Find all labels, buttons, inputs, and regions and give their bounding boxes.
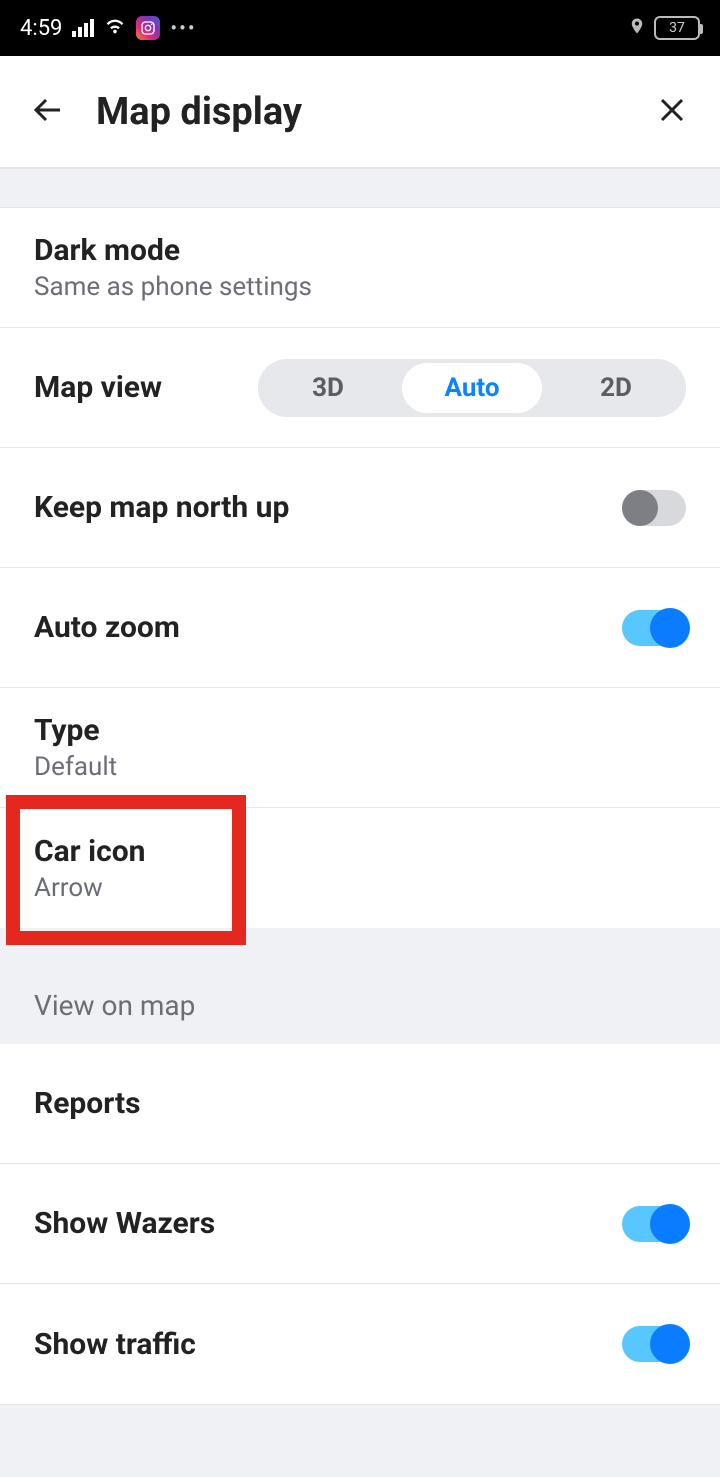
settings-list: Dark mode Same as phone settings Map vie… (0, 208, 720, 928)
close-icon[interactable] (654, 92, 690, 132)
map-view-auto[interactable]: Auto (402, 363, 542, 413)
bottom-gap (0, 1404, 720, 1477)
row-car-icon[interactable]: Car icon Arrow (0, 808, 720, 928)
instagram-icon (136, 16, 160, 40)
car-icon-title: Car icon (34, 834, 145, 869)
battery-icon: 37 (654, 16, 700, 40)
dark-mode-title: Dark mode (34, 233, 312, 268)
map-items-list: Reports Show Wazers Show traffic (0, 1044, 720, 1404)
row-dark-mode[interactable]: Dark mode Same as phone settings (0, 208, 720, 328)
spacer (0, 168, 720, 208)
row-north-up: Keep map north up (0, 448, 720, 568)
map-view-3d[interactable]: 3D (258, 359, 398, 417)
show-traffic-title: Show traffic (34, 1327, 196, 1362)
row-type[interactable]: Type Default (0, 688, 720, 808)
row-auto-zoom: Auto zoom (0, 568, 720, 688)
auto-zoom-toggle[interactable] (622, 610, 686, 646)
more-notifications-icon: ••• (170, 16, 196, 40)
row-show-traffic: Show traffic (0, 1284, 720, 1404)
page-title: Map display (96, 90, 624, 134)
auto-zoom-title: Auto zoom (34, 610, 180, 645)
dark-mode-sub: Same as phone settings (34, 272, 312, 302)
status-time: 4:59 (20, 16, 62, 41)
location-icon (628, 15, 646, 42)
battery-level: 37 (669, 20, 685, 36)
signal-icon (72, 19, 94, 37)
type-title: Type (34, 713, 117, 748)
map-view-2d[interactable]: 2D (546, 359, 686, 417)
north-up-title: Keep map north up (34, 490, 289, 525)
car-icon-sub: Arrow (34, 873, 145, 903)
show-wazers-title: Show Wazers (34, 1206, 215, 1241)
status-right: 37 (628, 15, 700, 42)
map-view-title: Map view (34, 370, 162, 405)
row-show-wazers: Show Wazers (0, 1164, 720, 1284)
back-icon[interactable] (30, 92, 66, 132)
show-wazers-toggle[interactable] (622, 1206, 686, 1242)
type-sub: Default (34, 752, 117, 782)
row-reports[interactable]: Reports (0, 1044, 720, 1164)
reports-title: Reports (34, 1086, 141, 1121)
row-map-view: Map view 3D Auto 2D (0, 328, 720, 448)
app-header: Map display (0, 56, 720, 168)
north-up-toggle[interactable] (622, 490, 686, 526)
map-view-segmented: 3D Auto 2D (258, 359, 686, 417)
status-bar: 4:59 ••• 37 (0, 0, 720, 56)
section-view-on-map: View on map (0, 928, 720, 1044)
wifi-icon (104, 15, 126, 42)
status-left: 4:59 ••• (20, 15, 197, 42)
view-on-map-label: View on map (34, 989, 195, 1022)
show-traffic-toggle[interactable] (622, 1326, 686, 1362)
